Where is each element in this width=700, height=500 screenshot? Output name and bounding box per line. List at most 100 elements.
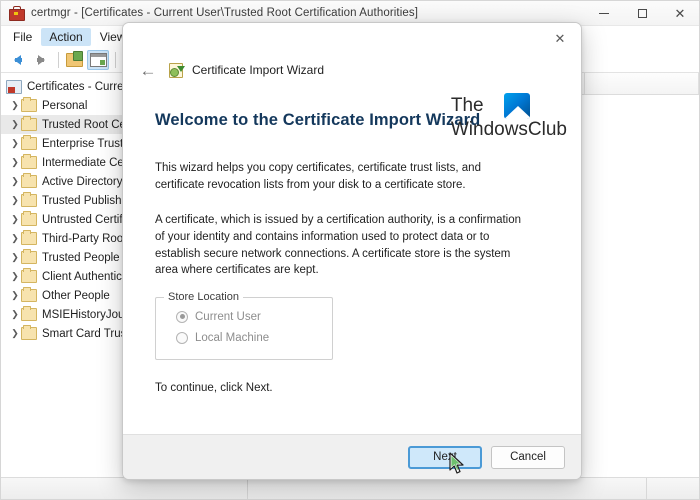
tree-root-node[interactable]: Certificates - Current <box>1 77 125 96</box>
chevron-right-icon: ❯ <box>11 290 19 300</box>
tree-node-label: Active Directory U <box>42 175 125 188</box>
wizard-content: The WindowsClub Welcome to the Certifica… <box>123 85 581 434</box>
chevron-right-icon: ❯ <box>11 309 19 319</box>
chevron-right-icon: ❯ <box>11 119 19 129</box>
folder-icon <box>21 135 37 150</box>
window-controls: ✕ <box>585 1 699 25</box>
wizard-title: Certificate Import Wizard <box>192 63 325 77</box>
tree-node-label: Third-Party Root ( <box>42 232 125 245</box>
toolbar-show-tree-button[interactable] <box>63 50 85 70</box>
certificate-import-icon <box>169 62 185 78</box>
toolbar-back-button[interactable] <box>6 50 28 70</box>
tree-root-label: Certificates - Current <box>27 80 125 93</box>
tree-node-label: Trusted Publishers <box>42 194 125 207</box>
sidebar-item-other-people[interactable]: ❯ Other People <box>1 286 125 305</box>
continue-instruction: To continue, click Next. <box>155 382 273 395</box>
minimize-button[interactable] <box>585 1 623 25</box>
radio-current-user-label: Current User <box>195 310 261 323</box>
chevron-right-icon: ❯ <box>11 271 19 281</box>
status-cell-1 <box>1 478 249 499</box>
chevron-right-icon: ❯ <box>11 214 19 224</box>
close-icon: ✕ <box>674 5 686 21</box>
wizard-back-button[interactable]: ← <box>135 58 161 82</box>
wizard-paragraph-2: A certificate, which is issued by a cert… <box>155 213 522 277</box>
column-issued-by[interactable] <box>585 73 699 94</box>
toolbar-forward-button[interactable] <box>30 50 52 70</box>
menu-item-action[interactable]: Action <box>41 28 91 46</box>
window-title: certmgr - [Certificates - Current User\T… <box>31 7 418 19</box>
forward-arrow-icon <box>36 55 45 65</box>
tree-node-label: Personal <box>42 99 88 112</box>
folder-icon <box>21 306 37 321</box>
sidebar-item-trusted-root[interactable]: ❯ Trusted Root Certi <box>1 115 125 134</box>
close-icon: ✕ <box>554 30 566 46</box>
toolbar-separator-2 <box>115 52 116 68</box>
chevron-right-icon: ❯ <box>11 100 19 110</box>
chevron-right-icon: ❯ <box>11 157 19 167</box>
wizard-titlebar[interactable]: ✕ <box>123 23 581 55</box>
wizard-nav-row: ← Certificate Import Wizard <box>123 55 581 85</box>
folder-icon <box>21 249 37 264</box>
tree-node-label: Intermediate Cert <box>42 156 125 169</box>
sidebar-item-untrusted-certificates[interactable]: ❯ Untrusted Certific <box>1 210 125 229</box>
toolbar-separator <box>58 52 59 68</box>
chevron-right-icon: ❯ <box>11 176 19 186</box>
close-button[interactable]: ✕ <box>661 1 699 25</box>
next-button[interactable]: Next <box>408 445 482 469</box>
sidebar-item-trusted-publishers[interactable]: ❯ Trusted Publishers <box>1 191 125 210</box>
sidebar-item-trusted-people[interactable]: ❯ Trusted People <box>1 248 125 267</box>
folder-icon <box>21 325 37 340</box>
minimize-icon <box>599 12 609 14</box>
sidebar-item-smart-card-trusted[interactable]: ❯ Smart Card Truste <box>1 324 125 343</box>
folder-icon <box>21 192 37 207</box>
back-arrow-icon: ← <box>139 60 157 80</box>
tree-node-label: Enterprise Trust <box>42 137 124 150</box>
wizard-close-button[interactable]: ✕ <box>539 23 581 54</box>
chevron-right-icon: ❯ <box>11 328 19 338</box>
store-location-group: Store Location Current User Local Machin… <box>155 291 333 361</box>
cancel-button[interactable]: Cancel <box>491 445 565 469</box>
folder-icon <box>21 268 37 283</box>
folder-icon <box>21 116 37 131</box>
wizard-paragraph-1: This wizard helps you copy certificates,… <box>155 162 481 191</box>
folder-icon <box>21 287 37 302</box>
tree-node-label: Smart Card Truste <box>42 327 125 340</box>
tree-pane[interactable]: Certificates - Current ❯ Personal ❯ Trus… <box>1 73 126 477</box>
store-location-label: Store Location <box>164 291 243 304</box>
sidebar-item-active-directory[interactable]: ❯ Active Directory U <box>1 172 125 191</box>
sidebar-item-personal[interactable]: ❯ Personal <box>1 96 125 115</box>
radio-button-icon[interactable] <box>176 331 188 344</box>
folder-icon <box>21 97 37 112</box>
folder-icon <box>21 211 37 226</box>
screen: certmgr - [Certificates - Current User\T… <box>0 0 700 500</box>
chevron-right-icon: ❯ <box>11 138 19 148</box>
wizard-footer: Next Cancel <box>123 434 581 479</box>
toolbar-properties-button[interactable] <box>87 50 109 70</box>
status-cell-3 <box>647 478 699 499</box>
folder-icon <box>21 154 37 169</box>
radio-local-machine[interactable]: Local Machine <box>176 327 322 348</box>
tree-node-label: Trusted People <box>42 251 120 264</box>
page-title: Welcome to the Certificate Import Wizard <box>155 111 481 129</box>
folder-icon <box>21 173 37 188</box>
tree-node-label: Untrusted Certific <box>42 213 125 226</box>
radio-current-user[interactable]: Current User <box>176 306 322 327</box>
sidebar-item-enterprise-trust[interactable]: ❯ Enterprise Trust <box>1 134 125 153</box>
chevron-right-icon: ❯ <box>11 252 19 262</box>
status-bar <box>1 477 699 499</box>
sidebar-item-third-party-root[interactable]: ❯ Third-Party Root ( <box>1 229 125 248</box>
status-cell-2 <box>248 478 648 499</box>
back-arrow-icon <box>13 55 22 65</box>
tree-node-label: MSIEHistoryJourn <box>42 308 125 321</box>
console-toolbox-icon <box>8 5 25 21</box>
maximize-button[interactable] <box>623 1 661 25</box>
chevron-right-icon: ❯ <box>11 195 19 205</box>
menu-item-file[interactable]: File <box>5 28 40 46</box>
sidebar-item-client-authentication[interactable]: ❯ Client Authentica <box>1 267 125 286</box>
sidebar-item-msie-history-journal[interactable]: ❯ MSIEHistoryJourn <box>1 305 125 324</box>
sidebar-item-intermediate-cert[interactable]: ❯ Intermediate Cert <box>1 153 125 172</box>
folder-icon <box>21 230 37 245</box>
tree-node-label: Trusted Root Certi <box>42 118 125 131</box>
tree-node-label: Client Authentica <box>42 270 125 283</box>
radio-button-icon[interactable] <box>176 310 188 323</box>
